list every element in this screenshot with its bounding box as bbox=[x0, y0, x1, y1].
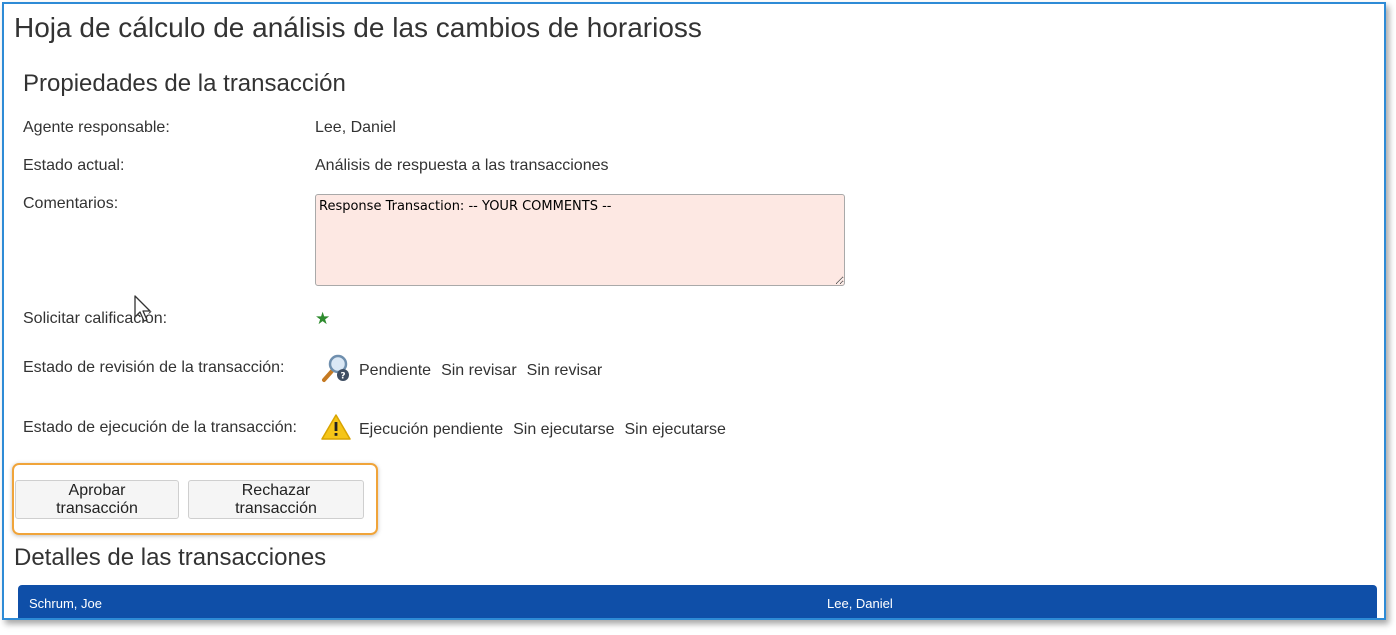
approve-transaction-button[interactable]: Aprobar transacción bbox=[15, 480, 179, 519]
svg-text:?: ? bbox=[340, 372, 345, 382]
state-value: Análisis de respuesta a las transaccione… bbox=[315, 157, 609, 174]
review-status-2: Sin revisar bbox=[441, 361, 517, 379]
column-header-2[interactable]: Lee, Daniel bbox=[827, 596, 893, 611]
exec-status-3: Sin ejecutarse bbox=[624, 420, 726, 438]
reject-transaction-button[interactable]: Rechazar transacción bbox=[188, 480, 364, 519]
star-icon[interactable]: ★ bbox=[315, 309, 330, 329]
warning-icon bbox=[321, 413, 351, 446]
page-title: Hoja de cálculo de análisis de las cambi… bbox=[14, 12, 702, 43]
state-label: Estado actual: bbox=[23, 157, 125, 174]
details-section-title: Detalles de las transacciones bbox=[14, 544, 327, 571]
mouse-cursor-icon bbox=[134, 295, 156, 328]
exec-status-1: Ejecución pendiente bbox=[359, 420, 504, 438]
agent-value: Lee, Daniel bbox=[315, 119, 396, 136]
agent-label: Agente responsable: bbox=[23, 119, 170, 136]
review-status: ? Pendiente Sin revisar Sin revisar bbox=[321, 353, 602, 388]
properties-section-title: Propiedades de la transacción bbox=[23, 70, 346, 97]
column-header-1[interactable]: Schrum, Joe bbox=[29, 596, 102, 611]
exec-status: Ejecución pendiente Sin ejecutarse Sin e… bbox=[321, 413, 726, 446]
comments-label: Comentarios: bbox=[23, 195, 119, 212]
comments-textarea[interactable]: Response Transaction: -- YOUR COMMENTS -… bbox=[315, 194, 845, 286]
exec-status-2: Sin ejecutarse bbox=[513, 420, 615, 438]
review-label: Estado de revisión de la transacción: bbox=[23, 359, 285, 376]
worksheet-window: Hoja de cálculo de análisis de las cambi… bbox=[2, 2, 1386, 620]
review-status-1: Pendiente bbox=[359, 361, 432, 379]
review-status-3: Sin revisar bbox=[526, 361, 603, 379]
details-table-header: Schrum, Joe Lee, Daniel bbox=[18, 585, 1377, 618]
exec-label: Estado de ejecución de la transacción: bbox=[23, 419, 297, 436]
magnifier-question-icon: ? bbox=[321, 353, 351, 388]
